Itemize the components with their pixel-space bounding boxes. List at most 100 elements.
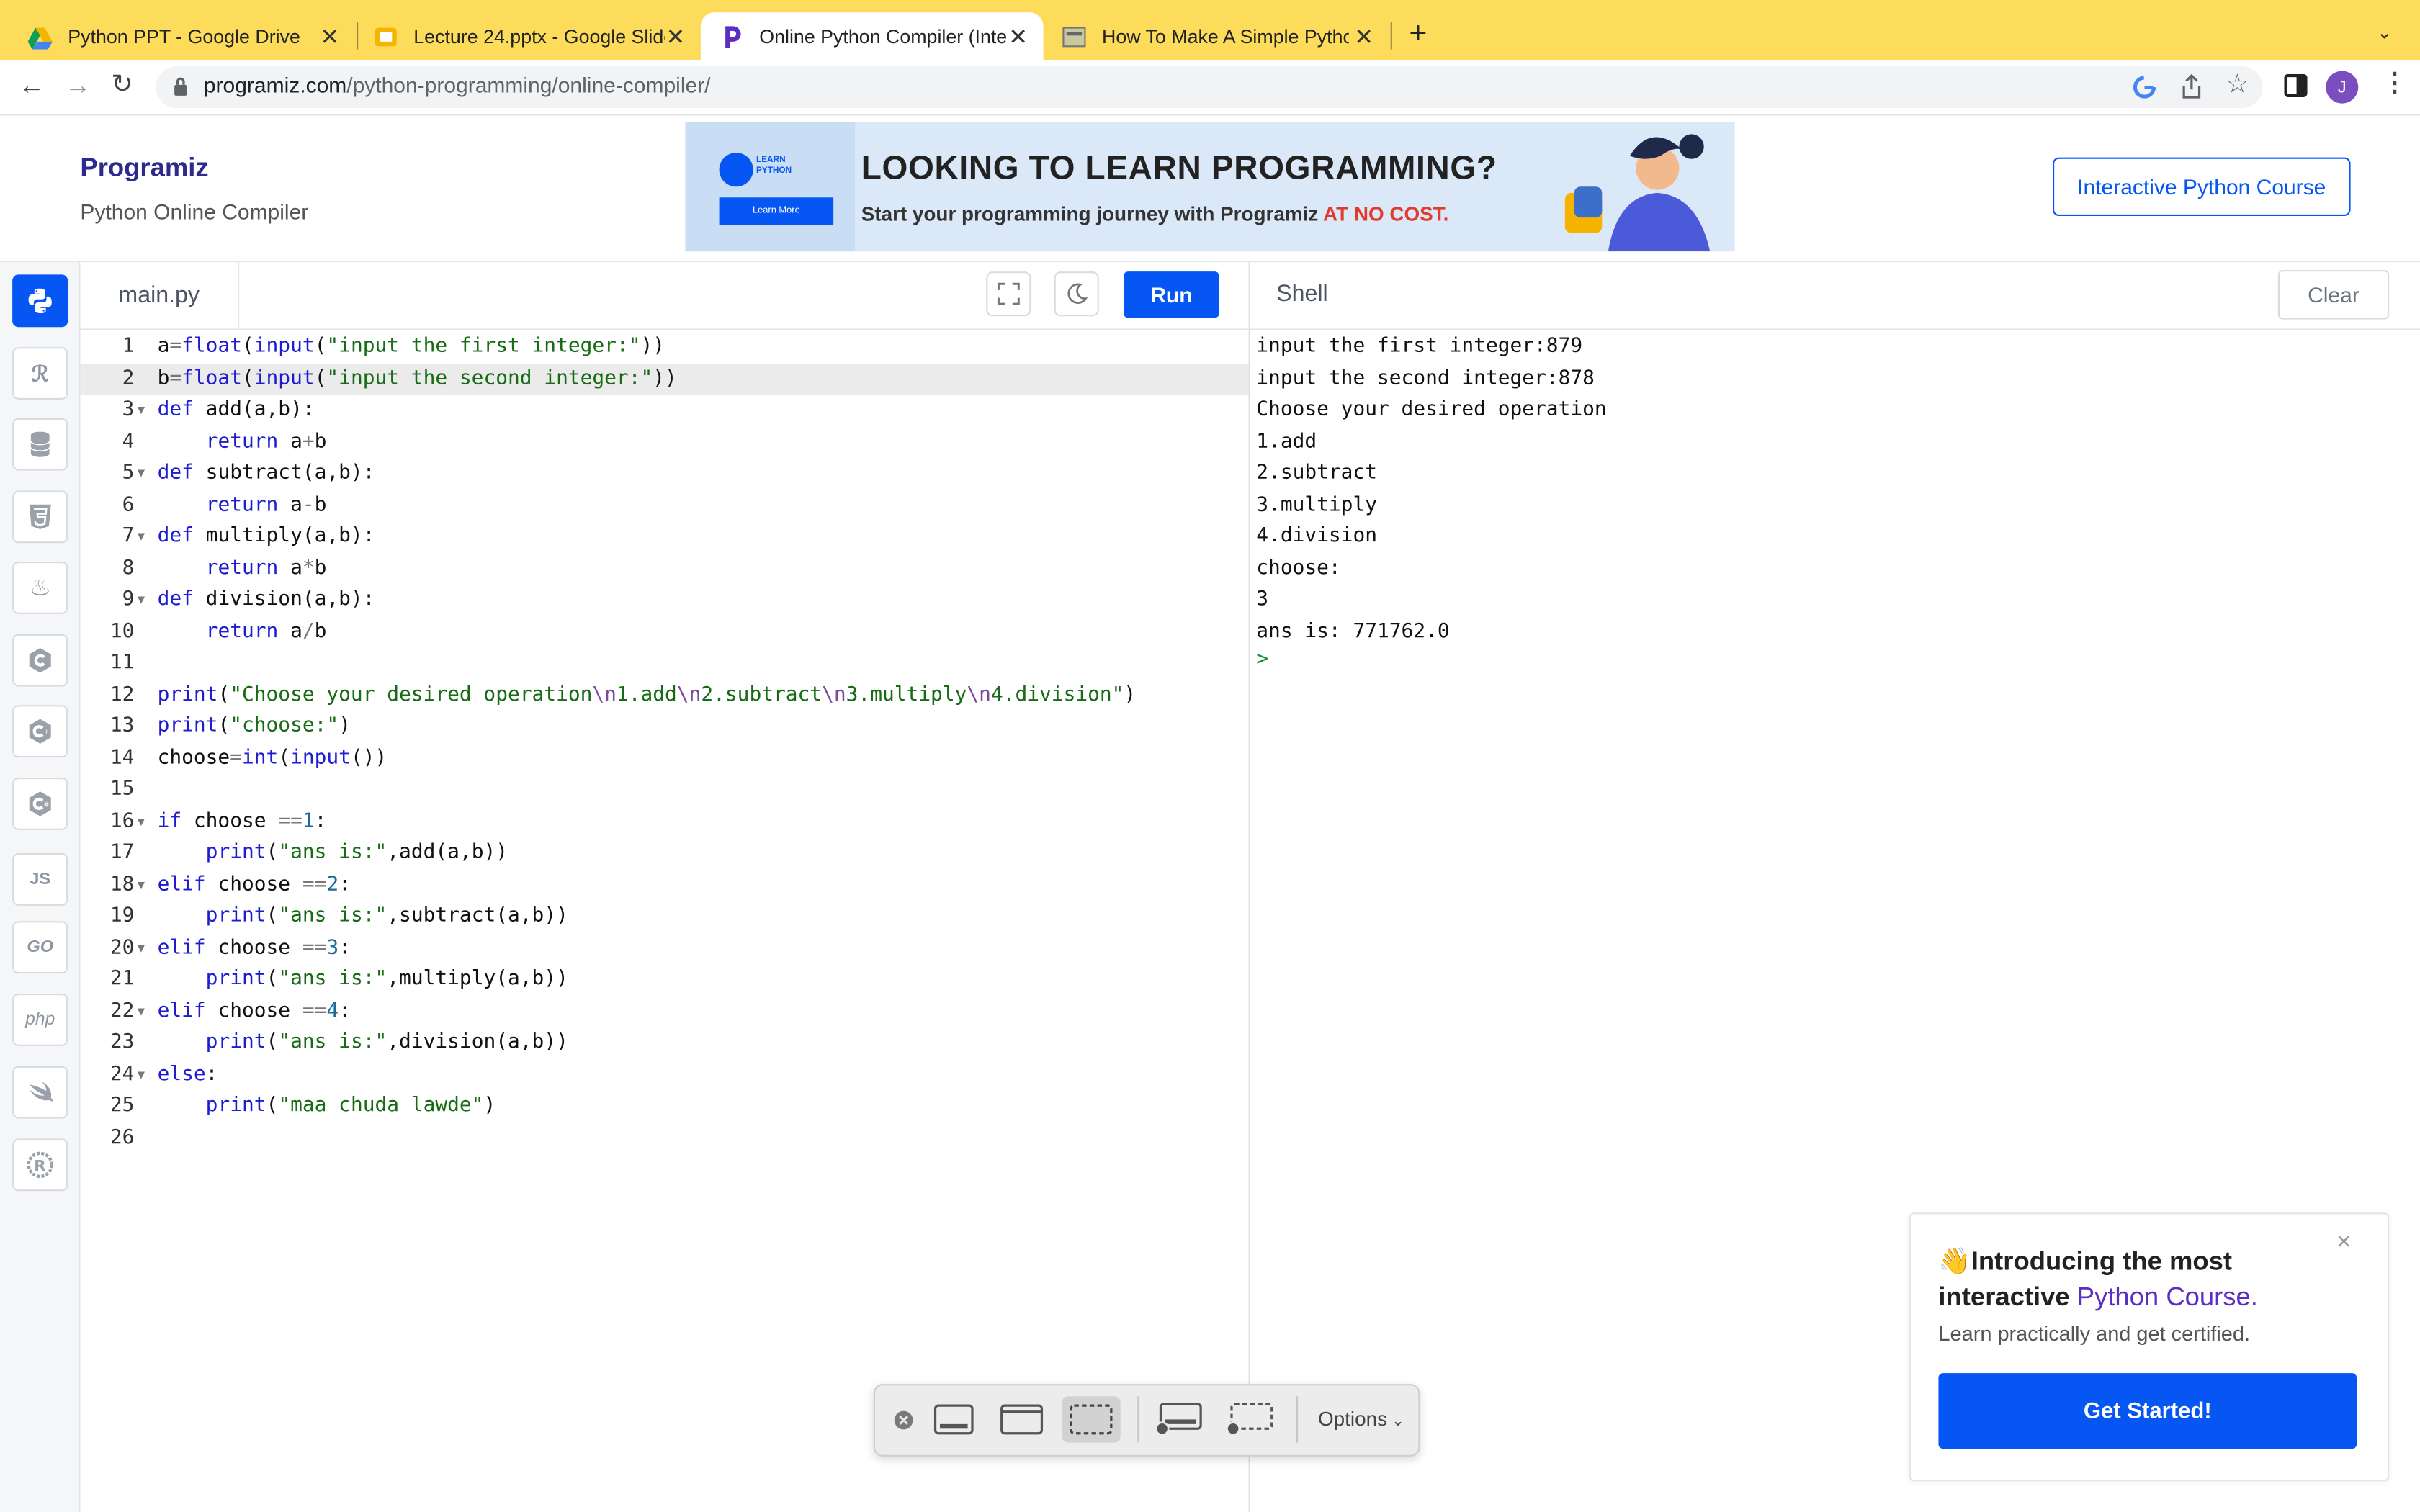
forward-arrow-icon[interactable]: → (65, 71, 91, 102)
sidebar-item-sql[interactable] (12, 418, 68, 471)
interactive-python-course-button[interactable]: Interactive Python Course (2053, 157, 2351, 216)
shell-prompt[interactable]: > (1256, 648, 1268, 671)
capture-close-button[interactable] (889, 1396, 917, 1442)
browser-menu-icon[interactable]: ⋮ (2381, 69, 2407, 95)
code-text: elif choose ==3: (157, 935, 351, 959)
code-line[interactable]: 15 (80, 775, 1248, 806)
code-line[interactable]: 16 ▼ if choose ==1: (80, 806, 1248, 838)
sidebar-item-cpp[interactable]: ++ (12, 705, 68, 758)
line-number: 17 (109, 840, 135, 864)
record-selection-button[interactable] (1219, 1396, 1278, 1442)
close-icon[interactable]: ✕ (320, 22, 339, 50)
sidebar-item-csharp[interactable]: # (12, 778, 68, 830)
code-line[interactable]: 20 ▼ elif choose ==3: (80, 932, 1248, 964)
sidebar-item-js[interactable]: JS (12, 853, 68, 906)
banner-learn-more-button[interactable]: Learn More (719, 197, 834, 225)
code-line[interactable]: 13 print("choose:") (80, 711, 1248, 743)
capture-selection-button[interactable] (1062, 1396, 1121, 1443)
banner-subtitle-main: Start your programming journey with Prog… (861, 202, 1324, 225)
sidebar-item-php[interactable]: php (12, 994, 68, 1046)
run-button[interactable]: Run (1124, 271, 1219, 318)
bookmark-star-icon[interactable]: ☆ (2226, 69, 2249, 100)
lock-icon[interactable] (173, 77, 188, 97)
fold-arrow-icon[interactable]: ▼ (138, 806, 145, 838)
code-line[interactable]: 2 b=float(input("input the second integer… (80, 363, 1249, 395)
tab-python-ppt[interactable]: Python PPT - Google Drive ✕ (12, 12, 355, 60)
close-icon[interactable]: ✕ (1008, 22, 1028, 50)
code-editor[interactable]: 1 a=float(input("input the first integer:… (80, 332, 1249, 1505)
capture-entire-screen-button[interactable] (925, 1396, 983, 1442)
fold-arrow-icon[interactable]: ▼ (138, 458, 145, 490)
close-icon[interactable]: ✕ (666, 22, 685, 50)
record-screen-button[interactable] (1148, 1396, 1206, 1442)
code-line[interactable]: 18 ▼ elif choose ==2: (80, 870, 1248, 901)
code-line[interactable]: 19 print("ans is:",subtract(a,b)) (80, 901, 1248, 932)
code-line[interactable]: 22 ▼ elif choose ==4: (80, 996, 1248, 1027)
code-line[interactable]: 12 print("Choose your desired operation\n… (80, 680, 1248, 711)
code-line[interactable]: 3 ▼ def add(a,b): (80, 395, 1248, 427)
line-number: 6 (122, 492, 135, 516)
code-line[interactable]: 23 print("ans is:",division(a,b)) (80, 1027, 1248, 1059)
fold-arrow-icon[interactable]: ▼ (138, 932, 145, 964)
tab-search-chevron-icon[interactable]: ⌄ (2377, 22, 2393, 43)
sidebar-item-html[interactable] (12, 490, 68, 544)
ad-banner[interactable]: LEARN PYTHON Learn More LOOKING TO LEARN… (685, 122, 1735, 252)
code-line[interactable]: 7 ▼ def multiply(a,b): (80, 521, 1248, 553)
code-line[interactable]: 26 (80, 1122, 1248, 1154)
side-panel-icon[interactable] (2284, 73, 2308, 97)
clear-button[interactable]: Clear (2277, 270, 2390, 320)
code-line[interactable]: 17 print("ans is:",add(a,b)) (80, 838, 1248, 870)
pane-divider[interactable] (1248, 262, 1250, 1512)
fullscreen-button[interactable] (986, 271, 1031, 317)
tab-title: Lecture 24.pptx - Google Slides (413, 25, 666, 48)
fold-arrow-icon[interactable]: ▼ (138, 1059, 145, 1091)
sidebar-item-go[interactable]: GO (12, 921, 68, 974)
fold-arrow-icon[interactable]: ▼ (138, 521, 145, 553)
fold-arrow-icon[interactable]: ▼ (138, 870, 145, 901)
code-line[interactable]: 14 choose=int(input()) (80, 743, 1248, 775)
tab-divider (1390, 22, 1392, 50)
reload-icon[interactable]: ↻ (111, 69, 133, 100)
file-tab-main[interactable]: main.py (80, 262, 240, 329)
fold-arrow-icon[interactable]: ▼ (138, 996, 145, 1027)
url-text[interactable]: programiz.com/python-programming/online-… (204, 73, 711, 97)
new-tab-button[interactable]: + (1409, 17, 1427, 53)
capture-window-button[interactable] (992, 1396, 1051, 1442)
theme-toggle-button[interactable] (1054, 271, 1099, 317)
fold-arrow-icon[interactable]: ▼ (138, 395, 145, 427)
code-line[interactable]: 1 a=float(input("input the first integer:… (80, 332, 1248, 364)
sidebar-item-c[interactable] (12, 634, 68, 687)
code-line[interactable]: 9 ▼ def division(a,b): (80, 585, 1248, 616)
code-line[interactable]: 5 ▼ def subtract(a,b): (80, 458, 1248, 490)
capture-options-menu[interactable]: Options ⌄ (1318, 1407, 1404, 1430)
code-line[interactable]: 10 return a/b (80, 616, 1248, 648)
code-line[interactable]: 11 (80, 648, 1248, 680)
url-host: programiz.com (203, 72, 347, 97)
sidebar-item-java[interactable]: ♨ (12, 562, 68, 614)
popup-heading-highlight: Python Course. (2076, 1282, 2258, 1312)
tab-online-compiler[interactable]: Online Python Compiler (Interpreter) ✕ (700, 12, 1044, 60)
tab-lecture-slides[interactable]: Lecture 24.pptx - Google Slides ✕ (358, 12, 701, 60)
profile-avatar[interactable]: J (2326, 71, 2359, 104)
code-line[interactable]: 6 return a-b (80, 490, 1248, 521)
close-icon[interactable]: ✕ (1354, 22, 1373, 50)
shell-output[interactable]: input the first integer:879 input the se… (1256, 332, 1606, 648)
code-line[interactable]: 24 ▼ else: (80, 1059, 1248, 1091)
waving-hand-emoji: 👋 (1938, 1246, 1971, 1277)
share-icon[interactable] (2181, 73, 2202, 99)
code-text: def multiply(a,b): (157, 524, 375, 548)
tab-simple-calculator[interactable]: How To Make A Simple Python Calculator ✕ (1047, 12, 1389, 60)
code-line[interactable]: 8 return a*b (80, 553, 1248, 585)
code-line[interactable]: 25 print("maa chuda lawde") (80, 1091, 1248, 1122)
sidebar-item-rust[interactable]: R (12, 1138, 68, 1192)
sidebar-item-python[interactable] (12, 274, 68, 328)
fold-arrow-icon[interactable]: ▼ (138, 585, 145, 616)
sidebar-item-swift[interactable] (12, 1066, 68, 1119)
google-g-icon[interactable] (2133, 76, 2156, 99)
sidebar-item-r[interactable]: ℛ (12, 347, 68, 400)
code-line[interactable]: 4 return a+b (80, 427, 1248, 459)
back-arrow-icon[interactable]: ← (19, 71, 45, 102)
programiz-logo[interactable]: Programiz (80, 153, 208, 184)
code-line[interactable]: 21 print("ans is:",multiply(a,b)) (80, 964, 1248, 996)
get-started-button[interactable]: Get Started! (1938, 1373, 2357, 1449)
